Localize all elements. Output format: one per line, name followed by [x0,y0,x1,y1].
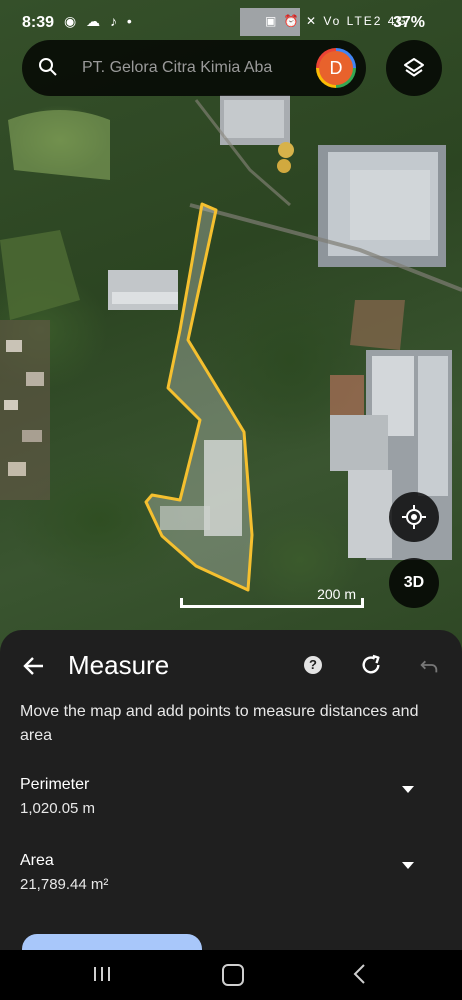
system-nav-bar [0,950,462,1000]
area-row[interactable]: Area 21,789.44 m² [20,852,440,893]
chevron-down-icon[interactable] [402,862,414,869]
redo-icon[interactable] [360,654,382,681]
home-icon[interactable] [222,964,244,986]
map-imagery [0,8,462,592]
perimeter-row[interactable]: Perimeter 1,020.05 m [20,776,440,817]
recent-apps-icon[interactable] [92,965,112,988]
scale-tick-left [180,598,183,608]
search-bar[interactable]: PT. Gelora Citra Kimia Aba [22,40,366,96]
back-nav-icon[interactable] [352,963,368,990]
battery-level: 37% [393,14,426,31]
search-input[interactable]: PT. Gelora Citra Kimia Aba [82,59,332,77]
perimeter-label: Perimeter [20,776,90,793]
help-icon[interactable]: ? [304,656,322,674]
measure-sheet: Measure ? Move the map and add points to… [0,630,462,950]
area-label: Area [20,852,54,869]
layers-button[interactable] [386,40,442,96]
status-time: 8:39 [22,14,55,31]
system-icons: ▣ ⏰ ✕ Vo LTE2 4G [265,14,408,28]
search-icon[interactable] [38,57,58,77]
notification-icons: ◉ ☁ ♪ • [64,13,135,29]
scale-tick-right [361,598,364,608]
scale-bar: 200 m [180,586,364,608]
action-button-partial[interactable] [22,934,202,950]
undo-icon[interactable] [418,654,440,681]
status-bar: 8:39 ◉ ☁ ♪ • ▣ ⏰ ✕ Vo LTE2 4G 37% [0,0,462,40]
satellite-map[interactable]: 8:39 ◉ ☁ ♪ • ▣ ⏰ ✕ Vo LTE2 4G 37% PT. Ge… [0,0,462,660]
my-location-button[interactable] [389,492,439,542]
measure-instructions: Move the map and add points to measure d… [20,703,419,744]
3d-toggle-button[interactable]: 3D [389,558,439,608]
scale-line [180,605,364,608]
area-value: 21,789.44 m² [20,876,109,893]
arrow-back-icon[interactable] [22,654,46,678]
avatar-initial: D [319,51,353,85]
chevron-down-icon[interactable] [402,786,414,793]
perimeter-value: 1,020.05 m [20,800,96,817]
measure-title: Measure [68,650,170,680]
avatar[interactable]: D [316,48,356,88]
scale-label: 200 m [317,586,356,602]
